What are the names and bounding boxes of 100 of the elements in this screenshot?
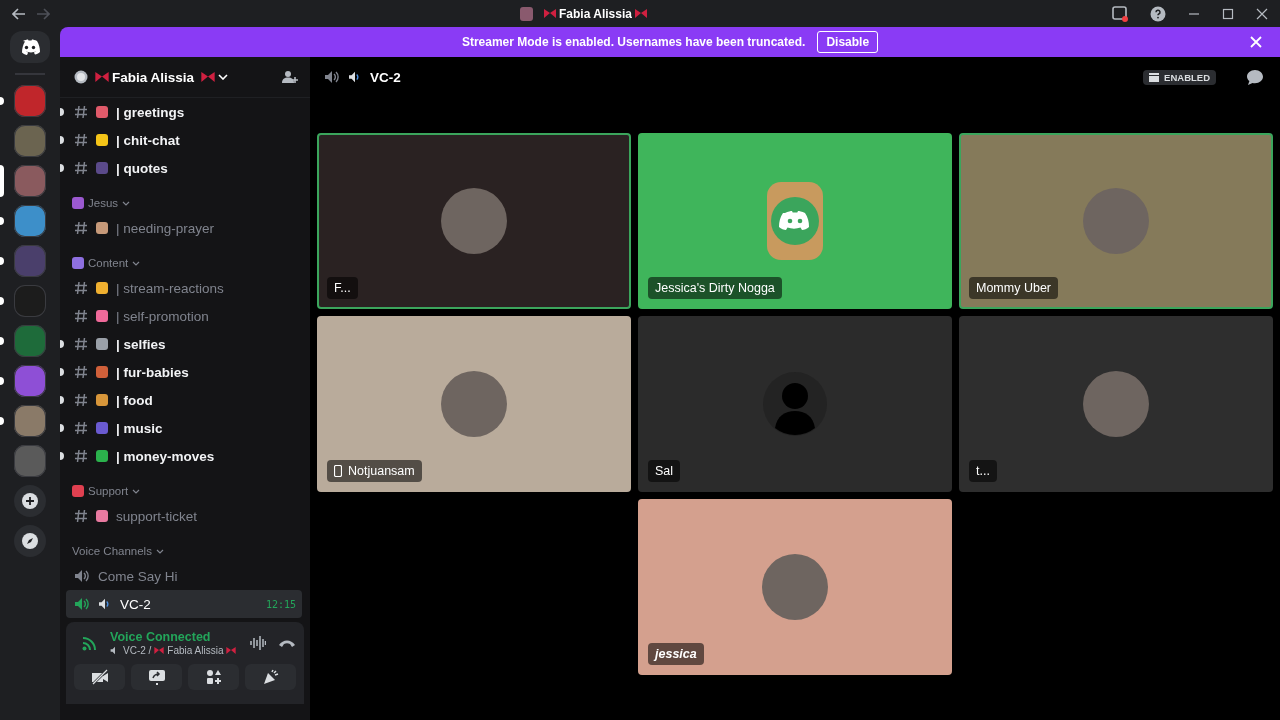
participant-tile[interactable]: jessica [638,499,952,675]
channel-name[interactable]: | money-moves [116,448,215,464]
participant-tile[interactable]: Notjuansam [317,316,631,492]
voice-channel-path[interactable]: VC-2 / [123,645,152,656]
bow-icon [226,647,237,654]
channel-name[interactable]: | fur-babies [116,364,189,380]
participant-name: F... [327,277,358,299]
participant-name: jessica [648,643,704,665]
participant-tile[interactable]: F... [317,133,631,309]
participant-tile[interactable]: t... [959,316,1273,492]
hash-icon [74,133,88,147]
channel-name[interactable]: | quotes [116,160,168,176]
bow-icon [95,72,109,82]
channel-name[interactable]: | music [116,420,163,436]
speaker-icon [74,597,90,611]
hash-icon [74,161,88,175]
explore-button[interactable] [14,525,46,557]
hash-icon [74,421,88,435]
unread-indicator [0,337,4,345]
selected-indicator [0,165,4,197]
bow-icon [634,9,647,18]
noise-suppression-icon[interactable] [250,636,266,650]
category-name[interactable]: Content [88,257,129,269]
participant-name: Mommy Uber [969,277,1058,299]
participant-name: Notjuansam [327,460,422,482]
participant-name: Jessica's Dirty Nogga [648,277,782,299]
compass-icon [22,533,38,549]
channel-name[interactable]: support-ticket [116,508,198,524]
channel-name[interactable]: | food [116,392,153,408]
chat-bubble-icon[interactable] [1246,68,1264,86]
bow-icon [154,647,165,654]
help-icon[interactable] [1150,5,1166,22]
party-popper-icon [262,669,279,685]
voice-channel[interactable]: Come Say Hi [66,562,302,590]
speaker-icon [324,70,340,84]
person-silhouette-icon [763,372,827,436]
hang-up-icon[interactable] [278,638,296,648]
hash-icon [74,281,88,295]
plus-icon [22,493,38,509]
unread-indicator [0,377,4,385]
participant-tile[interactable]: Jessica's Dirty Nogga [638,133,952,309]
category-name[interactable]: Support [88,485,129,497]
disable-button[interactable]: Disable [817,31,879,53]
hash-icon [74,105,88,119]
window-title: Fabia Alissia [559,6,632,21]
hash-icon [74,393,88,407]
server-thumbnail [520,6,533,21]
channel-name[interactable]: | self-promotion [116,308,209,324]
back-arrow-icon[interactable] [12,7,26,20]
participant-name: Sal [648,460,681,482]
hash-icon [74,337,88,351]
participant-tile[interactable]: Mommy Uber [959,133,1273,309]
selected-voice-channel[interactable]: VC-2 12:15 [66,590,302,618]
hash-icon [74,309,88,323]
controller-logo-icon [19,39,41,55]
boost-badge-icon [74,70,88,84]
banner-message: Streamer Mode is enabled. Usernames have been truncated. [461,35,806,49]
channel-name[interactable]: | stream-reactions [116,280,224,296]
bow-icon [544,9,556,18]
voice-server-name[interactable]: Fabia Alissia [167,645,224,656]
channel-title: VC-2 [370,69,401,85]
shapes-icon [205,669,222,685]
channel-name[interactable]: | selfies [116,336,166,352]
status-badge: ENABLED [1143,69,1216,85]
home-button[interactable] [10,31,50,63]
hash-icon [74,365,88,379]
signal-icon [82,635,98,651]
hash-icon [74,449,88,463]
unread-indicator [0,257,4,265]
call-timer: 12:15 [265,598,296,610]
server-name[interactable]: Fabia Alissia [112,69,195,85]
camera-off-button[interactable] [74,664,125,690]
voice-status[interactable]: Voice Connected [110,630,238,644]
camera-off-icon [90,669,109,685]
participant-name: t... [969,460,997,482]
add-person-icon[interactable] [282,70,298,84]
inbox-icon[interactable] [1112,5,1128,22]
speaker-icon [74,569,90,583]
activities-button[interactable] [188,664,239,690]
add-server-button[interactable] [14,485,46,517]
unread-indicator [0,217,4,225]
soundboard-button[interactable] [245,664,296,690]
phone-icon [334,465,342,477]
hash-icon [74,509,88,523]
share-screen-button[interactable] [131,664,182,690]
category-name[interactable]: Voice Channels [72,545,152,557]
close-icon[interactable] [1256,7,1268,20]
unread-indicator [0,97,4,105]
unread-indicator [0,417,4,425]
clapperboard-icon [1149,72,1160,82]
channel-name[interactable]: | needing-prayer [116,220,215,236]
channel-name[interactable]: | chit-chat [116,132,180,148]
screen-share-icon [147,669,166,685]
maximize-icon[interactable] [1222,7,1234,20]
hash-icon [74,221,88,235]
participant-tile[interactable]: Sal [638,316,952,492]
channel-name[interactable]: | greetings [116,104,185,120]
unread-indicator [0,297,4,305]
bow-icon [201,72,216,82]
category-name[interactable]: Jesus [88,197,119,209]
